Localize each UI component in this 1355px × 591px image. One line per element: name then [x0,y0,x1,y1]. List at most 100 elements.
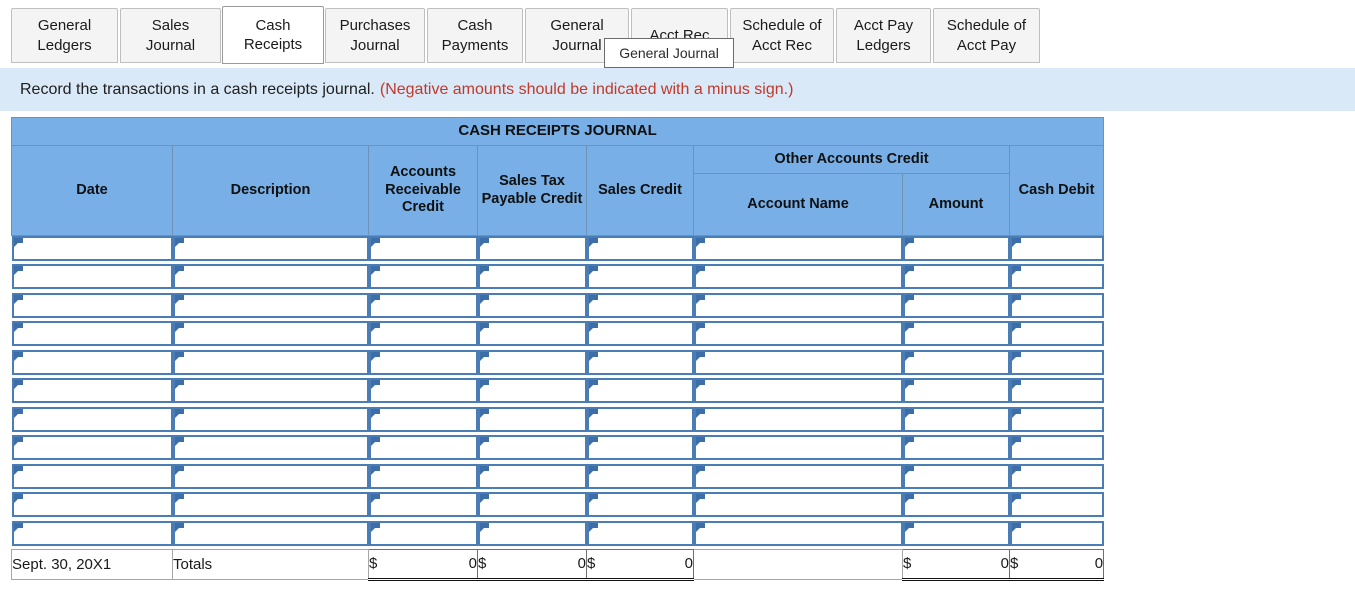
input-ar_credit[interactable] [368,236,478,261]
input-description[interactable] [172,264,369,289]
input-amount[interactable] [902,520,1010,546]
input-account_name[interactable] [693,406,903,432]
cell-date [11,321,173,350]
input-account_name[interactable] [693,349,903,375]
input-cash_debit[interactable] [1009,520,1104,546]
input-date[interactable] [11,378,173,403]
input-sales_credit[interactable] [586,292,694,318]
tab-cash-payments[interactable]: Cash Payments [427,8,523,63]
input-sales_credit[interactable] [586,349,694,375]
input-stp_credit[interactable] [477,321,587,346]
input-date[interactable] [11,406,173,432]
input-sales_credit[interactable] [586,520,694,546]
input-account_name[interactable] [693,236,903,261]
input-account_name[interactable] [693,520,903,546]
input-stp_credit[interactable] [477,264,587,289]
tab-schedule-of-acct-pay[interactable]: Schedule of Acct Pay [933,8,1040,63]
input-ar_credit[interactable] [368,292,478,318]
cell-sales_credit [586,292,694,322]
input-description[interactable] [172,321,369,346]
input-description[interactable] [172,492,369,517]
input-description[interactable] [172,292,369,318]
input-account_name[interactable] [693,321,903,346]
input-sales_credit[interactable] [586,378,694,403]
tab-schedule-of-acct-rec[interactable]: Schedule of Acct Rec [730,8,834,63]
input-account_name[interactable] [693,292,903,318]
input-ar_credit[interactable] [368,349,478,375]
input-ar_credit[interactable] [368,406,478,432]
input-ar_credit[interactable] [368,463,478,489]
input-amount[interactable] [902,492,1010,517]
input-description[interactable] [172,435,369,460]
input-ar_credit[interactable] [368,435,478,460]
input-amount[interactable] [902,378,1010,403]
input-cash_debit[interactable] [1009,236,1104,261]
input-amount[interactable] [902,435,1010,460]
input-stp_credit[interactable] [477,406,587,432]
input-cash_debit[interactable] [1009,435,1104,460]
input-stp_credit[interactable] [477,378,587,403]
tab-general-ledgers[interactable]: General Ledgers [11,8,118,63]
input-stp_credit[interactable] [477,463,587,489]
input-stp_credit[interactable] [477,349,587,375]
input-date[interactable] [11,463,173,489]
input-sales_credit[interactable] [586,236,694,261]
input-date[interactable] [11,520,173,546]
input-cash_debit[interactable] [1009,349,1104,375]
input-date[interactable] [11,492,173,517]
input-sales_credit[interactable] [586,435,694,460]
input-amount[interactable] [902,406,1010,432]
input-account_name[interactable] [693,435,903,460]
input-cash_debit[interactable] [1009,378,1104,403]
totals-date: Sept. 30, 20X1 [11,548,173,580]
input-ar_credit[interactable] [368,378,478,403]
input-date[interactable] [11,349,173,375]
tab-acct-pay-ledgers[interactable]: Acct Pay Ledgers [836,8,931,63]
input-amount[interactable] [902,264,1010,289]
input-cash_debit[interactable] [1009,463,1104,489]
input-date[interactable] [11,292,173,318]
input-account_name[interactable] [693,492,903,517]
input-cash_debit[interactable] [1009,321,1104,346]
input-date[interactable] [11,236,173,261]
input-sales_credit[interactable] [586,264,694,289]
input-stp_credit[interactable] [477,292,587,318]
input-stp_credit[interactable] [477,520,587,546]
input-description[interactable] [172,349,369,375]
input-stp_credit[interactable] [477,236,587,261]
input-cash_debit[interactable] [1009,492,1104,517]
input-amount[interactable] [902,292,1010,318]
input-description[interactable] [172,406,369,432]
input-date[interactable] [11,435,173,460]
input-cash_debit[interactable] [1009,292,1104,318]
input-sales_credit[interactable] [586,463,694,489]
tab-cash-receipts[interactable]: Cash Receipts [222,6,324,64]
input-sales_credit[interactable] [586,321,694,346]
input-ar_credit[interactable] [368,492,478,517]
input-stp_credit[interactable] [477,435,587,460]
input-stp_credit[interactable] [477,492,587,517]
input-account_name[interactable] [693,378,903,403]
input-cash_debit[interactable] [1009,406,1104,432]
input-sales_credit[interactable] [586,492,694,517]
input-ar_credit[interactable] [368,520,478,546]
input-amount[interactable] [902,349,1010,375]
input-account_name[interactable] [693,264,903,289]
input-description[interactable] [172,463,369,489]
input-description[interactable] [172,520,369,546]
tab-sales-journal[interactable]: Sales Journal [120,8,221,63]
input-amount[interactable] [902,236,1010,261]
input-sales_credit[interactable] [586,406,694,432]
input-description[interactable] [172,236,369,261]
input-amount[interactable] [902,321,1010,346]
tab-purchases-journal[interactable]: Purchases Journal [325,8,425,63]
input-ar_credit[interactable] [368,321,478,346]
input-cash_debit[interactable] [1009,264,1104,289]
input-date[interactable] [11,321,173,346]
input-description[interactable] [172,378,369,403]
input-date[interactable] [11,264,173,289]
totals-sales-credit: $ 0 [586,548,694,581]
input-account_name[interactable] [693,463,903,489]
input-amount[interactable] [902,463,1010,489]
input-ar_credit[interactable] [368,264,478,289]
